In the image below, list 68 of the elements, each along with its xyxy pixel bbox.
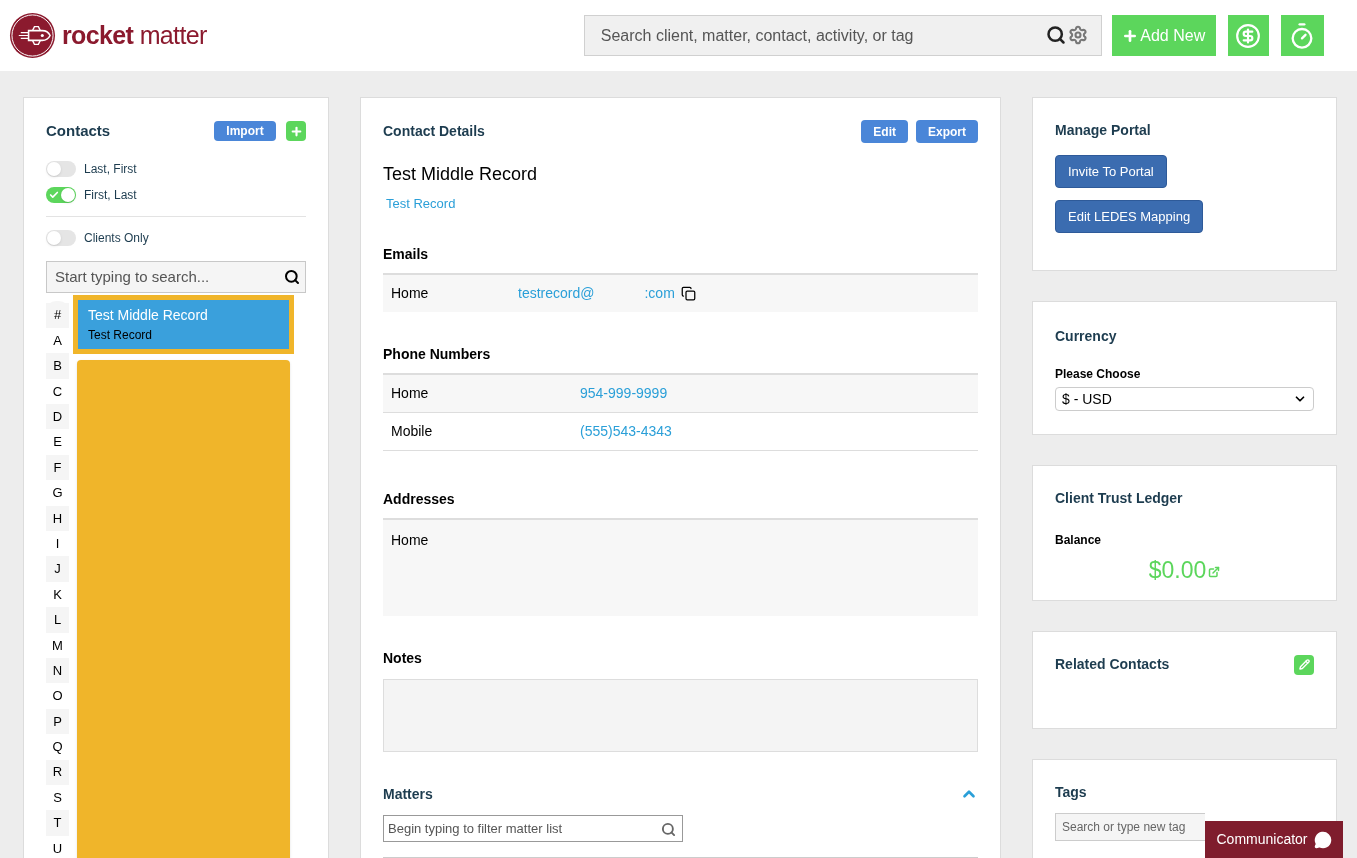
row-label: Home	[391, 283, 430, 303]
contact-full-name: Test Middle Record	[383, 163, 539, 186]
copy-icon[interactable]	[680, 285, 696, 301]
currency-select[interactable]: $ - USD	[1055, 387, 1314, 411]
search-icon[interactable]	[1045, 25, 1066, 45]
card-title: Currency	[1055, 327, 1118, 346]
alphabet-letter[interactable]: A	[46, 327, 69, 354]
tag-search-field[interactable]: Search or type new tag	[1055, 813, 1205, 841]
timer-button[interactable]	[1280, 15, 1324, 56]
card-title: Tags	[1055, 783, 1088, 802]
settings-icon[interactable]	[1067, 25, 1088, 45]
header-action-button[interactable]: Export	[916, 120, 978, 143]
toggle-switch[interactable]	[46, 229, 76, 246]
toggle-label: Last, First	[84, 160, 137, 178]
header-action-button[interactable]: Edit	[861, 120, 908, 143]
check-icon	[49, 189, 59, 200]
toggle-switch[interactable]	[46, 186, 76, 203]
communicator-button[interactable]: Communicator	[1205, 821, 1343, 858]
pencil-icon	[1298, 659, 1310, 670]
matter-filter-field[interactable]: Begin typing to filter matter list	[383, 814, 683, 843]
contact-name: Test Middle Record	[88, 305, 209, 325]
chat-bubble-icon	[1313, 830, 1332, 849]
alphabet-letter[interactable]: I	[46, 531, 69, 557]
row-label: Home	[391, 531, 429, 548]
search-icon[interactable]	[284, 268, 300, 285]
card-title: Manage Portal	[1055, 121, 1152, 140]
card-title: Client Trust Ledger	[1055, 489, 1184, 508]
alphabet-letter[interactable]: Q	[46, 734, 69, 760]
notes-area[interactable]	[383, 678, 978, 752]
contact-search-field[interactable]: Start typing to search...	[46, 260, 306, 293]
edit-button[interactable]	[1294, 654, 1314, 675]
alphabet-letter[interactable]: U	[46, 835, 69, 858]
external-link-icon[interactable]	[1208, 566, 1221, 579]
plus-icon	[1122, 27, 1139, 44]
dollar-icon	[1235, 22, 1262, 49]
portal-button[interactable]: Edit LEDES Mapping	[1055, 200, 1204, 233]
rocket-logo-icon	[9, 12, 56, 59]
alphabet-letter[interactable]: C	[46, 378, 69, 405]
contacts-title: Contacts	[46, 121, 111, 141]
row-label: Home	[391, 383, 430, 403]
field-label: Balance	[1055, 532, 1103, 549]
add-contact-button[interactable]	[286, 121, 306, 142]
toggle-label: Clients Only	[84, 229, 149, 247]
plus-icon	[289, 124, 303, 138]
section-title: Addresses	[383, 489, 456, 509]
matters-title: Matters	[383, 784, 433, 804]
alphabet-letter[interactable]: O	[46, 683, 69, 709]
row-label: Mobile	[391, 421, 434, 441]
alphabet-letter[interactable]: S	[46, 784, 69, 811]
alphabet-letter[interactable]: G	[46, 480, 69, 506]
import-button[interactable]: Import	[214, 121, 276, 142]
toggle-switch[interactable]	[46, 160, 76, 177]
section-title: Notes	[383, 648, 423, 668]
card-title: Related Contacts	[1055, 655, 1170, 674]
field-label: Please Choose	[1055, 366, 1142, 383]
logo-text: rocket matter	[62, 19, 207, 51]
alphabet-letter[interactable]: K	[46, 581, 69, 608]
contact-details-title: Contact Details	[383, 122, 485, 141]
portal-button[interactable]: Invite To Portal	[1055, 155, 1167, 188]
contact-subtitle: Test Record	[88, 326, 154, 344]
section-title: Phone Numbers	[383, 344, 492, 364]
contact-list-item[interactable]: Test Middle Record Test Record	[73, 294, 294, 354]
billing-button[interactable]	[1227, 15, 1269, 56]
global-search-field[interactable]: Search client, matter, contact, activity, or tag	[583, 15, 1102, 56]
alphabet-letter[interactable]: E	[46, 429, 69, 455]
toggle-label: First, Last	[84, 186, 137, 204]
alphabet-letter[interactable]: M	[46, 632, 69, 658]
section-title: Emails	[383, 244, 430, 264]
